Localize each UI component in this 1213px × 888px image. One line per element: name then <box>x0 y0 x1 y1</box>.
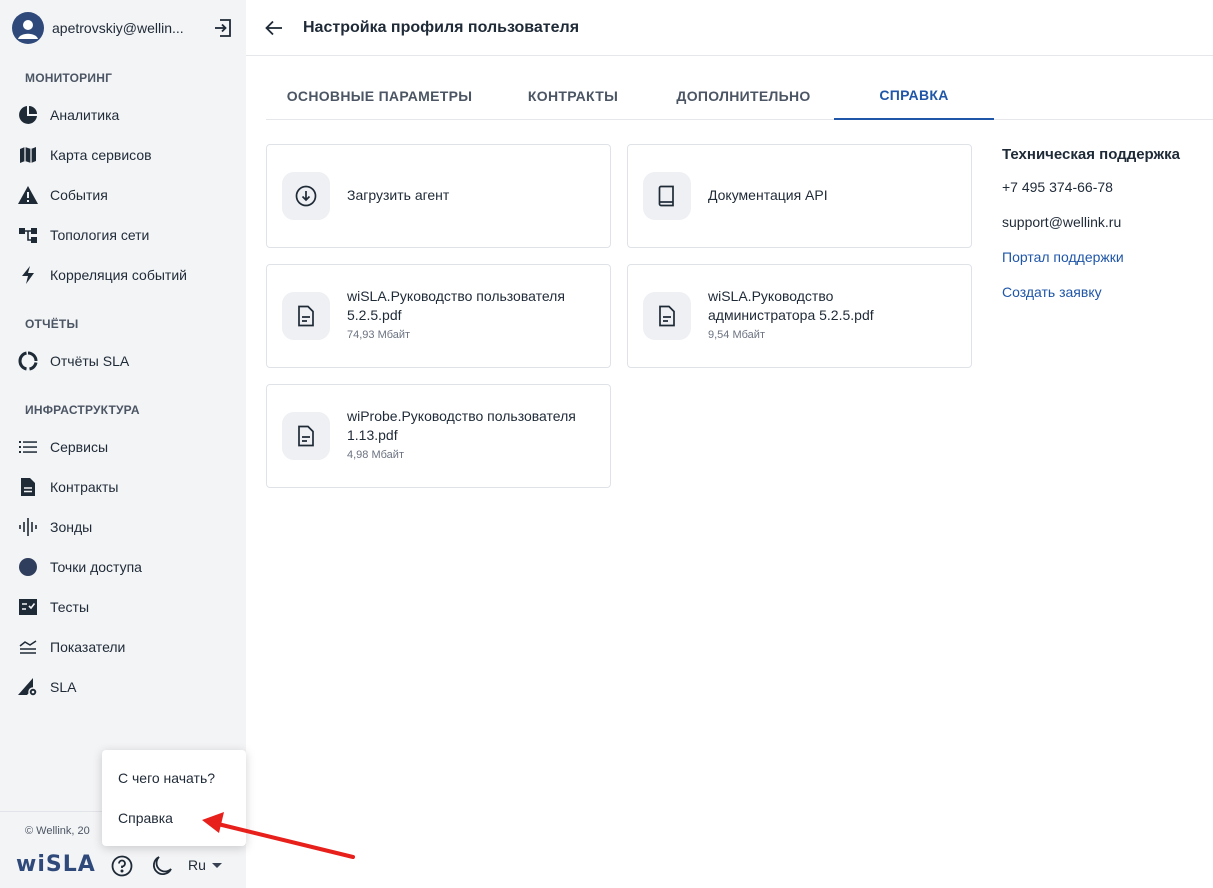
sidebar-item-probes[interactable]: Зонды <box>0 509 246 545</box>
tab-main-parameters[interactable]: ОСНОВНЫЕ ПАРАМЕТРЫ <box>266 72 493 120</box>
back-arrow-icon[interactable] <box>263 17 285 39</box>
copyright: © Wellink, 20 <box>25 825 90 837</box>
user-guide-card[interactable]: wiSLA.Руководство пользователя 5.2.5.pdf… <box>266 264 611 368</box>
support-portal-link[interactable]: Портал поддержки <box>1002 249 1124 265</box>
menu-item-getting-started[interactable]: С чего начать? <box>118 770 215 786</box>
download-agent-card[interactable]: Загрузить агент <box>266 144 611 248</box>
sidebar-item-correlation[interactable]: Корреляция событий <box>0 257 246 293</box>
map-icon <box>17 144 39 166</box>
tab-contracts[interactable]: КОНТРАКТЫ <box>493 72 653 120</box>
sidebar-item-label: Аналитика <box>50 107 120 123</box>
sidebar-item-contracts[interactable]: Контракты <box>0 469 246 505</box>
file-size: 9,54 Мбайт <box>708 329 765 341</box>
tab-bar: ОСНОВНЫЕ ПАРАМЕТРЫ КОНТРАКТЫ ДОПОЛНИТЕЛЬ… <box>266 72 1213 120</box>
section-monitoring: МОНИТОРИНГ <box>25 71 113 85</box>
language-select[interactable]: Ru <box>188 857 222 873</box>
avatar-icon[interactable] <box>12 12 44 44</box>
header: Настройка профиля пользователя <box>246 0 1213 56</box>
lightning-icon <box>17 264 39 286</box>
sidebar-item-services[interactable]: Сервисы <box>0 429 246 465</box>
card-title-line2: 5.2.5.pdf <box>347 307 402 323</box>
waveform-icon <box>17 516 39 538</box>
wisla-logo: wiSLA <box>16 852 96 877</box>
menu-item-help[interactable]: Справка <box>118 810 173 826</box>
sidebar-item-label: Точки доступа <box>50 559 142 575</box>
sidebar-item-access-points[interactable]: Точки доступа <box>0 549 246 585</box>
sidebar-item-events[interactable]: События <box>0 177 246 213</box>
support-email: support@wellink.ru <box>1002 214 1122 230</box>
moon-icon[interactable] <box>151 855 173 877</box>
book-icon <box>643 172 691 220</box>
sidebar-item-sla[interactable]: SLA <box>0 669 246 705</box>
sidebar-item-label: Тесты <box>50 599 90 615</box>
help-icon[interactable] <box>111 855 133 877</box>
file-text-icon <box>282 292 330 340</box>
sidebar-item-label: Карта сервисов <box>50 147 152 163</box>
sidebar-item-label: Топология сети <box>50 227 150 243</box>
section-reports: ОТЧЁТЫ <box>25 317 79 331</box>
warning-icon <box>17 184 39 206</box>
sidebar-item-label: Показатели <box>50 639 126 655</box>
circle-icon <box>17 556 39 578</box>
checklist-icon <box>17 596 39 618</box>
file-text-icon <box>643 292 691 340</box>
file-size: 74,93 Мбайт <box>347 329 411 341</box>
sidebar-item-tests[interactable]: Тесты <box>0 589 246 625</box>
sidebar-item-label: Корреляция событий <box>50 267 187 283</box>
sidebar-item-label: Отчёты SLA <box>50 353 130 369</box>
probe-guide-card[interactable]: wiProbe.Руководство пользователя 1.13.pd… <box>266 384 611 488</box>
trend-lines-icon <box>17 636 39 658</box>
sidebar-item-metrics[interactable]: Показатели <box>0 629 246 665</box>
support-phone: +7 495 374-66-78 <box>1002 179 1113 195</box>
help-popup-menu: С чего начать? Справка <box>102 750 246 846</box>
tab-help[interactable]: СПРАВКА <box>834 72 994 120</box>
topology-icon <box>17 224 39 246</box>
create-ticket-link[interactable]: Создать заявку <box>1002 284 1102 300</box>
donut-chart-icon <box>17 350 39 372</box>
card-title-line1: wiSLA.Руководство <box>708 288 834 304</box>
sidebar-item-service-map[interactable]: Карта сервисов <box>0 137 246 173</box>
admin-guide-card[interactable]: wiSLA.Руководство администратора 5.2.5.p… <box>627 264 972 368</box>
card-title-line2: администратора 5.2.5.pdf <box>708 307 874 323</box>
caret-down-icon <box>211 862 222 868</box>
logout-icon[interactable] <box>212 17 234 39</box>
sidebar-item-label: Сервисы <box>50 439 109 455</box>
support-title: Техническая поддержка <box>1002 146 1181 163</box>
page-title: Настройка профиля пользователя <box>303 19 580 36</box>
sla-gear-icon <box>17 676 39 698</box>
download-icon <box>282 172 330 220</box>
sidebar-item-analytics[interactable]: Аналитика <box>0 97 246 133</box>
card-title: Загрузить агент <box>347 187 450 203</box>
card-title: Документация API <box>708 187 828 203</box>
sidebar-item-label: SLA <box>50 679 77 695</box>
card-title-line1: wiProbe.Руководство пользователя <box>347 408 576 424</box>
file-size: 4,98 Мбайт <box>347 449 404 461</box>
api-docs-card[interactable]: Документация API <box>627 144 972 248</box>
sidebar-item-label: Зонды <box>50 519 93 535</box>
user-profile[interactable]: apetrovskiy@wellin... <box>12 12 236 44</box>
card-title-line2: 1.13.pdf <box>347 427 398 443</box>
sidebar-item-topology[interactable]: Топология сети <box>0 217 246 253</box>
list-icon <box>17 436 39 458</box>
sidebar-item-sla-reports[interactable]: Отчёты SLA <box>0 343 246 379</box>
document-icon <box>17 476 39 498</box>
sidebar-item-label: Контракты <box>50 479 119 495</box>
sidebar-item-label: События <box>50 187 108 203</box>
language-value: Ru <box>188 857 206 873</box>
user-name[interactable]: apetrovskiy@wellin... <box>52 20 194 36</box>
tab-additional[interactable]: ДОПОЛНИТЕЛЬНО <box>653 72 834 120</box>
file-text-icon <box>282 412 330 460</box>
section-infrastructure: ИНФРАСТРУКТУРА <box>25 403 140 417</box>
pie-chart-icon <box>17 104 39 126</box>
card-title-line1: wiSLA.Руководство пользователя <box>347 288 565 304</box>
